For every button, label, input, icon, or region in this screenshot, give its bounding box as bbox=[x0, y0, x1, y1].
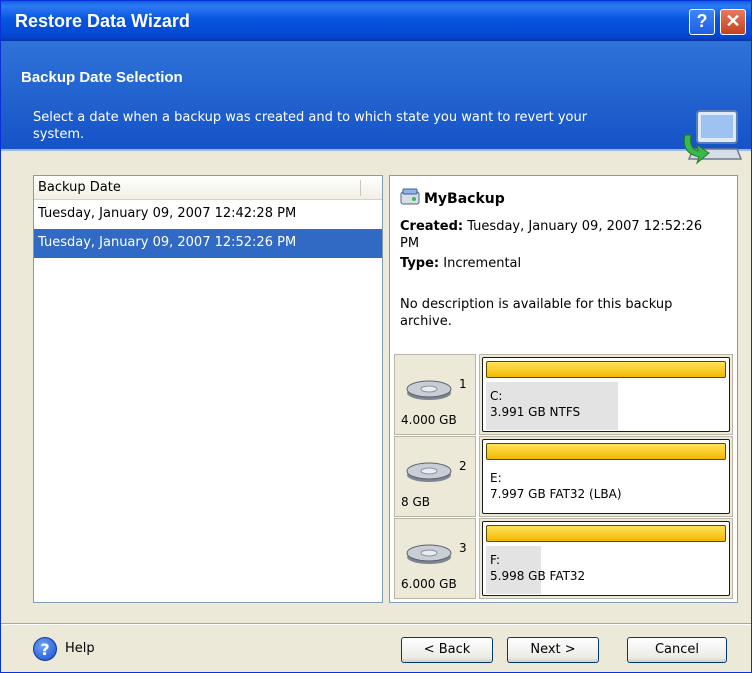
partition-box: E: 7.997 GB FAT32 (LBA) bbox=[482, 439, 730, 514]
help-titlebar-button[interactable]: ? bbox=[689, 9, 715, 35]
disk-cell[interactable]: 3 6.000 GB bbox=[394, 518, 476, 599]
disk-row: 1 4.000 GB C: 3.991 GB NTFS bbox=[394, 354, 734, 435]
partition-letter: C: bbox=[490, 389, 503, 403]
help-label: Help bbox=[65, 641, 95, 656]
partition-box: F: 5.998 GB FAT32 bbox=[482, 521, 730, 596]
next-button[interactable]: Next > bbox=[507, 637, 599, 663]
disk-number: 2 bbox=[459, 459, 467, 473]
partition-info: 7.997 GB FAT32 (LBA) bbox=[490, 487, 622, 501]
back-button-label: < Back bbox=[423, 642, 471, 657]
partition-bar bbox=[486, 361, 726, 378]
restore-data-wizard-window: Restore Data Wizard ? ✕ Backup Date Sele… bbox=[0, 0, 752, 673]
help-link[interactable]: Help bbox=[65, 641, 95, 656]
hard-disk-icon bbox=[406, 380, 452, 400]
partition-box: C: 3.991 GB NTFS bbox=[482, 357, 730, 432]
partition-bar bbox=[486, 525, 726, 542]
partition-bar bbox=[486, 443, 726, 460]
title-bar: Restore Data Wizard ? ✕ bbox=[1, 1, 751, 41]
backup-name: MyBackup bbox=[424, 191, 505, 207]
restore-computer-icon bbox=[683, 110, 743, 165]
disk-cell[interactable]: 2 8 GB bbox=[394, 436, 476, 517]
hard-disk-icon bbox=[406, 544, 452, 564]
column-header-backup-date[interactable]: Backup Date bbox=[34, 176, 382, 200]
partition-info: 5.998 GB FAT32 bbox=[490, 569, 586, 583]
backup-archive-icon bbox=[400, 188, 420, 205]
partition-letter: F: bbox=[490, 553, 501, 567]
backup-info-panel: MyBackup Created: Tuesday, January 09, 2… bbox=[389, 175, 738, 603]
list-item-label: Tuesday, January 09, 2007 12:42:28 PM bbox=[38, 206, 297, 221]
page-description: Select a date when a backup was created … bbox=[33, 110, 588, 142]
type-info: Type: Incremental bbox=[400, 256, 521, 271]
partition-label: F: 5.998 GB FAT32 bbox=[490, 552, 585, 584]
backup-description: No description is available for this bac… bbox=[400, 297, 673, 329]
help-icon[interactable]: ? bbox=[33, 637, 57, 661]
created-label: Created: bbox=[400, 219, 464, 234]
cancel-button-label: Cancel bbox=[654, 642, 700, 657]
window-title: Restore Data Wizard bbox=[15, 11, 190, 31]
column-header-label: Backup Date bbox=[38, 180, 121, 195]
disk-row: 3 6.000 GB F: 5.998 GB FAT32 bbox=[394, 518, 734, 599]
disk-number: 1 bbox=[459, 377, 467, 391]
disk-row: 2 8 GB E: 7.997 GB FAT32 (LBA) bbox=[394, 436, 734, 517]
disk-cell[interactable]: 1 4.000 GB bbox=[394, 354, 476, 435]
type-label: Type: bbox=[400, 256, 440, 271]
backup-date-list: Backup Date Tuesday, January 09, 2007 12… bbox=[33, 175, 383, 603]
disk-size: 8 GB bbox=[401, 495, 430, 509]
partition-label: C: 3.991 GB NTFS bbox=[490, 388, 580, 420]
close-icon: ✕ bbox=[725, 11, 741, 31]
wizard-header: Backup Date Selection Select a date when… bbox=[1, 41, 751, 165]
disk-size: 6.000 GB bbox=[401, 577, 457, 591]
question-mark-icon: ? bbox=[696, 11, 708, 31]
created-info: Created: Tuesday, January 09, 2007 12:52… bbox=[400, 218, 720, 252]
partition-label: E: 7.997 GB FAT32 (LBA) bbox=[490, 470, 622, 502]
hard-disk-icon bbox=[406, 462, 452, 482]
disk-layout: 1 4.000 GB C: 3.991 GB NTFS 2 8 GB E: 7.… bbox=[394, 354, 734, 600]
partition-letter: E: bbox=[490, 471, 502, 485]
cancel-button[interactable]: Cancel bbox=[627, 637, 727, 663]
close-button[interactable]: ✕ bbox=[720, 9, 746, 35]
type-value: Incremental bbox=[443, 256, 522, 271]
partition-info: 3.991 GB NTFS bbox=[490, 405, 581, 419]
partition-cell[interactable]: C: 3.991 GB NTFS bbox=[479, 354, 733, 435]
back-button[interactable]: < Back bbox=[401, 637, 493, 663]
partition-cell[interactable]: E: 7.997 GB FAT32 (LBA) bbox=[479, 436, 733, 517]
disk-number: 3 bbox=[459, 541, 467, 555]
list-item[interactable]: Tuesday, January 09, 2007 12:42:28 PM bbox=[34, 200, 382, 229]
page-title: Backup Date Selection bbox=[21, 69, 183, 86]
disk-size: 4.000 GB bbox=[401, 413, 457, 427]
list-item-label: Tuesday, January 09, 2007 12:52:26 PM bbox=[38, 235, 297, 250]
next-button-label: Next > bbox=[530, 642, 576, 657]
column-separator[interactable] bbox=[360, 180, 361, 196]
list-item-selected[interactable]: Tuesday, January 09, 2007 12:52:26 PM bbox=[34, 229, 382, 258]
backup-name-heading: MyBackup bbox=[400, 188, 505, 207]
footer-divider bbox=[1, 623, 751, 625]
partition-cell[interactable]: F: 5.998 GB FAT32 bbox=[479, 518, 733, 599]
